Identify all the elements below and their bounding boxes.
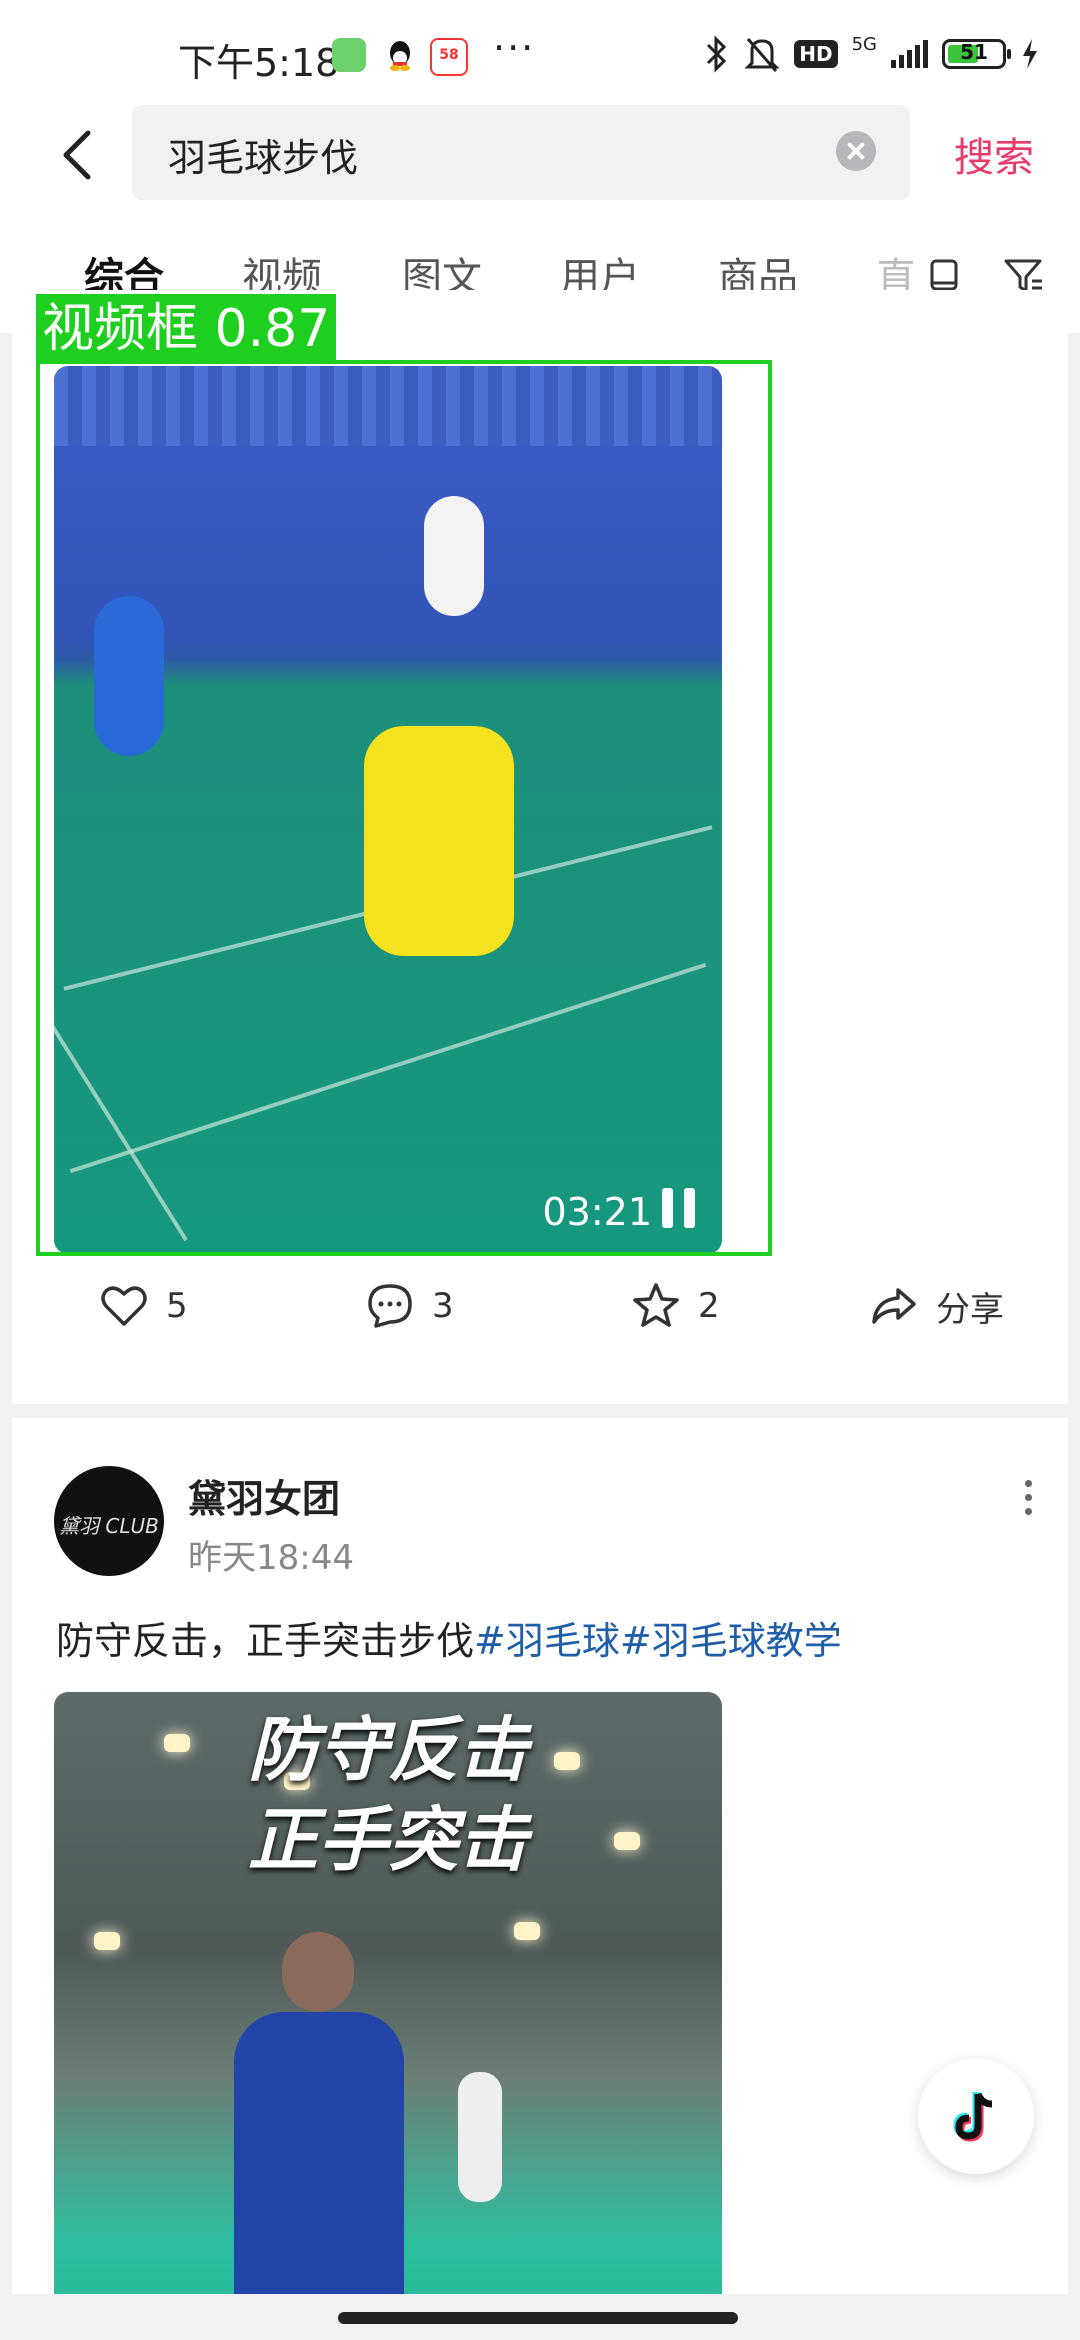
heart-icon <box>101 1286 147 1326</box>
douyin-float-button[interactable] <box>918 2058 1034 2174</box>
status-time: 下午5:18 <box>178 41 340 85</box>
search-input[interactable]: 羽毛球步伐 <box>132 105 910 200</box>
wechat-icon <box>332 38 366 72</box>
search-query[interactable]: 羽毛球步伐 <box>168 127 358 182</box>
share-label: 分享 <box>936 1289 1004 1330</box>
star-icon <box>633 1283 679 1327</box>
home-bar[interactable] <box>338 2312 738 2324</box>
hd-icon: HD <box>794 40 838 68</box>
post-body: 防守反击，正手突击步伐 <box>56 1619 475 1663</box>
home-indicator <box>0 2294 1080 2340</box>
mute-icon <box>744 38 780 72</box>
favorite-count: 2 <box>698 1286 720 1326</box>
back-arrow-icon[interactable] <box>50 125 110 185</box>
comment-icon <box>368 1284 412 1328</box>
tiktok-logo-icon <box>953 2092 993 2142</box>
video-post-card: 03:21 视频框 0.87 5 3 2 分享 <box>12 290 1068 1404</box>
player-figure <box>458 2072 502 2202</box>
hashtag-badminton[interactable]: #羽毛球 <box>474 1619 620 1663</box>
player-figure <box>234 2012 404 2340</box>
bluetooth-icon <box>707 35 727 73</box>
share-button[interactable]: 分享 <box>868 1280 1004 1332</box>
author-name[interactable]: 黛羽女团 <box>188 1468 340 1523</box>
detection-label: 视频框 0.87 <box>36 294 337 364</box>
like-button[interactable]: 5 <box>98 1280 188 1332</box>
network-type: 5G <box>851 33 877 55</box>
image-post-card: 黛羽 CLUB 黛羽女团 昨天18:44 防守反击，正手突击步伐#羽毛球#羽毛球… <box>12 1418 1068 2340</box>
more-dots-icon: ··· <box>493 26 536 70</box>
58-app-icon: 58 <box>430 38 468 76</box>
favorite-button[interactable]: 2 <box>630 1280 720 1332</box>
detection-box <box>36 360 772 1256</box>
like-count: 5 <box>166 1286 188 1326</box>
post-image[interactable]: 防守反击 正手突击 <box>54 1692 722 2340</box>
signal-icon <box>891 40 928 68</box>
hashtag-badminton-teaching[interactable]: #羽毛球教学 <box>620 1619 842 1663</box>
post-time: 昨天18:44 <box>188 1538 354 1578</box>
comment-count: 3 <box>432 1286 454 1326</box>
search-header: 羽毛球步伐 搜索 <box>0 105 1080 223</box>
more-options-icon[interactable] <box>1018 1478 1038 1518</box>
post-actions: 5 3 2 分享 <box>12 1280 1068 1350</box>
charging-icon <box>1023 39 1037 69</box>
image-caption-line1: 防守反击 <box>248 1709 528 1791</box>
share-icon <box>872 1288 916 1324</box>
clear-search-icon[interactable] <box>836 131 876 171</box>
player-figure <box>282 1932 354 2012</box>
avatar-logo-text: 黛羽 CLUB <box>59 1514 159 1538</box>
status-bar: 下午5:18 58 ··· HD 5G 51 <box>0 0 1080 105</box>
battery-icon: 51 <box>942 39 1011 69</box>
comment-button[interactable]: 3 <box>364 1280 454 1332</box>
battery-level: 51 <box>960 40 988 64</box>
qq-icon <box>383 38 417 72</box>
image-caption-line2: 正手突击 <box>248 1799 528 1881</box>
avatar[interactable]: 黛羽 CLUB <box>54 1466 164 1576</box>
search-button[interactable]: 搜索 <box>954 125 1034 183</box>
post-text[interactable]: 防守反击，正手突击步伐#羽毛球#羽毛球教学 <box>56 1610 842 1665</box>
